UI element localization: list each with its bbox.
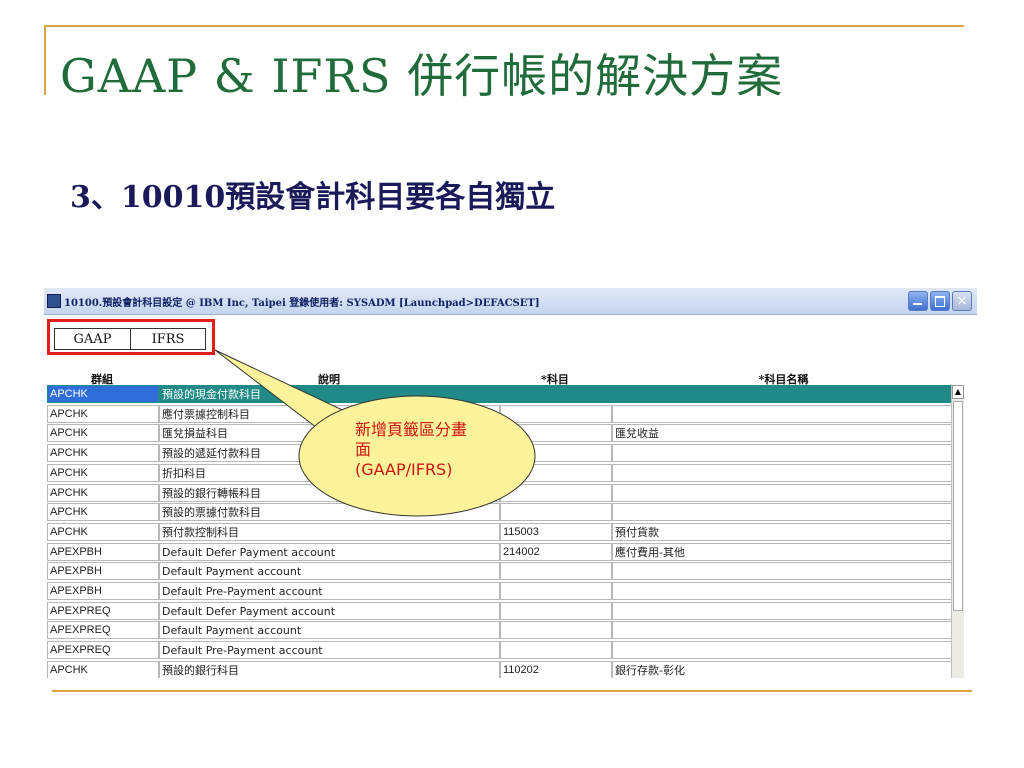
- cell-account-name[interactable]: [612, 621, 956, 640]
- vertical-scrollbar[interactable]: ▲: [951, 385, 964, 678]
- maximize-icon: [935, 296, 945, 307]
- cell-group[interactable]: APCHK: [47, 424, 159, 443]
- cell-description[interactable]: Default Payment account: [159, 562, 500, 581]
- scroll-up-icon[interactable]: ▲: [952, 385, 964, 399]
- callout-line-3: (GAAP/IFRS): [355, 460, 453, 479]
- cell-account-name[interactable]: [612, 641, 956, 660]
- scroll-thumb[interactable]: [953, 401, 963, 611]
- cell-account[interactable]: 110202: [500, 660, 612, 678]
- cell-account[interactable]: [500, 483, 612, 502]
- tab-gaap[interactable]: GAAP: [54, 328, 131, 350]
- cell-group[interactable]: APEXPBH: [47, 582, 159, 600]
- cell-group[interactable]: APEXPREQ: [47, 601, 159, 620]
- table-row[interactable]: APCHK 預設的票據付款科目: [47, 503, 960, 522]
- table-row[interactable]: APCHK 預付款控制科目 115003 預付貨款: [47, 522, 960, 542]
- cell-account-name[interactable]: 預付貨款: [612, 522, 956, 541]
- cell-account[interactable]: [500, 503, 612, 522]
- cell-group[interactable]: APCHK: [47, 444, 159, 463]
- title-accent-bar: [44, 25, 46, 95]
- table-row[interactable]: APEXPBH Default Pre-Payment account: [47, 582, 960, 601]
- cell-account[interactable]: 115003: [500, 522, 612, 541]
- cell-group[interactable]: APEXPBH: [47, 562, 159, 581]
- cell-description[interactable]: 預設的銀行科目: [159, 660, 500, 678]
- table-row[interactable]: APCHK 預設的現金付款科目: [47, 385, 960, 404]
- cell-description[interactable]: Default Payment account: [159, 621, 500, 640]
- app-window-screenshot: 10100.預設會計科目設定 @ IBM Inc, Taipei 登錄使用者: …: [44, 288, 977, 678]
- cell-account-name[interactable]: [612, 562, 956, 581]
- table-row[interactable]: APEXPBH Default Payment account: [47, 562, 960, 581]
- cell-group[interactable]: APCHK: [47, 385, 159, 403]
- callout-line-2: 面: [355, 440, 372, 459]
- cell-account-name[interactable]: [612, 385, 956, 403]
- cell-description[interactable]: 預設的票據付款科目: [159, 503, 500, 522]
- table-row[interactable]: APEXPREQ Default Defer Payment account: [47, 601, 960, 621]
- title-accent-line: [44, 25, 964, 27]
- cell-description[interactable]: 預設的銀行轉帳科目: [159, 483, 500, 502]
- cell-account[interactable]: [500, 582, 612, 600]
- minimize-button[interactable]: [908, 291, 928, 311]
- cell-account[interactable]: [500, 641, 612, 660]
- cell-group[interactable]: APCHK: [47, 660, 159, 678]
- cell-account[interactable]: [500, 385, 612, 403]
- table-row[interactable]: APCHK 預設的銀行轉帳科目: [47, 483, 960, 503]
- cell-account[interactable]: [500, 621, 612, 640]
- slide-subtitle: 3、10010預設會計科目要各自獨立: [70, 180, 556, 215]
- close-icon: ×: [956, 293, 968, 309]
- table-row[interactable]: APEXPREQ Default Payment account: [47, 621, 960, 640]
- account-grid: 群組 說明 *科目 *科目名稱 APCHK 預設的現金付款科目 APCHK 應付票據控…: [47, 371, 964, 678]
- cell-account-name[interactable]: 銀行存款-彰化: [612, 660, 956, 678]
- app-icon: [47, 294, 61, 308]
- table-row[interactable]: APEXPBH Default Defer Payment account 2140…: [47, 542, 960, 562]
- cell-group[interactable]: APEXPREQ: [47, 641, 159, 660]
- callout-line-1: 新增頁籤區分畫: [355, 420, 468, 439]
- cell-group[interactable]: APCHK: [47, 404, 159, 423]
- slide-title: GAAP & IFRS 併行帳的解決方案: [60, 49, 784, 103]
- cell-account-name[interactable]: [612, 463, 956, 482]
- cell-group[interactable]: APEXPBH: [47, 542, 159, 561]
- cell-description[interactable]: Default Pre-Payment account: [159, 582, 500, 600]
- cell-account-name[interactable]: [612, 582, 956, 600]
- callout-text: 新增頁籤區分畫 面 (GAAP/IFRS): [355, 420, 520, 480]
- cell-description[interactable]: Default Defer Payment account: [159, 542, 500, 561]
- close-button[interactable]: ×: [952, 291, 972, 311]
- maximize-button[interactable]: [930, 291, 950, 311]
- cell-description[interactable]: 預設的現金付款科目: [159, 385, 500, 403]
- cell-group[interactable]: APCHK: [47, 483, 159, 502]
- cell-account-name[interactable]: [612, 444, 956, 463]
- cell-group[interactable]: APCHK: [47, 503, 159, 522]
- tab-ifrs[interactable]: IFRS: [130, 328, 206, 350]
- cell-account-name[interactable]: [612, 503, 956, 522]
- minimize-icon: [913, 303, 922, 305]
- table-row[interactable]: APCHK 預設的銀行科目 110202 銀行存款-彰化: [47, 660, 960, 678]
- cell-group[interactable]: APCHK: [47, 463, 159, 482]
- footer-accent-line: [52, 690, 972, 692]
- window-titlebar: 10100.預設會計科目設定 @ IBM Inc, Taipei 登錄使用者: …: [44, 288, 977, 315]
- cell-account[interactable]: [500, 601, 612, 620]
- cell-account-name[interactable]: [612, 483, 956, 502]
- cell-account-name[interactable]: [612, 404, 956, 423]
- cell-description[interactable]: Default Defer Payment account: [159, 601, 500, 620]
- cell-account[interactable]: [500, 562, 612, 581]
- cell-account-name[interactable]: 應付費用-其他: [612, 542, 956, 561]
- cell-account-name[interactable]: 匯兌收益: [612, 424, 956, 443]
- cell-group[interactable]: APEXPREQ: [47, 621, 159, 640]
- cell-description[interactable]: Default Pre-Payment account: [159, 641, 500, 660]
- cell-account-name[interactable]: [612, 601, 956, 620]
- cell-group[interactable]: APCHK: [47, 522, 159, 541]
- window-title: 10100.預設會計科目設定 @ IBM Inc, Taipei 登錄使用者: …: [64, 298, 540, 309]
- grid-header: 群組 說明 *科目 *科目名稱: [47, 371, 960, 386]
- table-row[interactable]: APEXPREQ Default Pre-Payment account: [47, 641, 960, 660]
- cell-account[interactable]: 214002: [500, 542, 612, 561]
- cell-description[interactable]: 預付款控制科目: [159, 522, 500, 541]
